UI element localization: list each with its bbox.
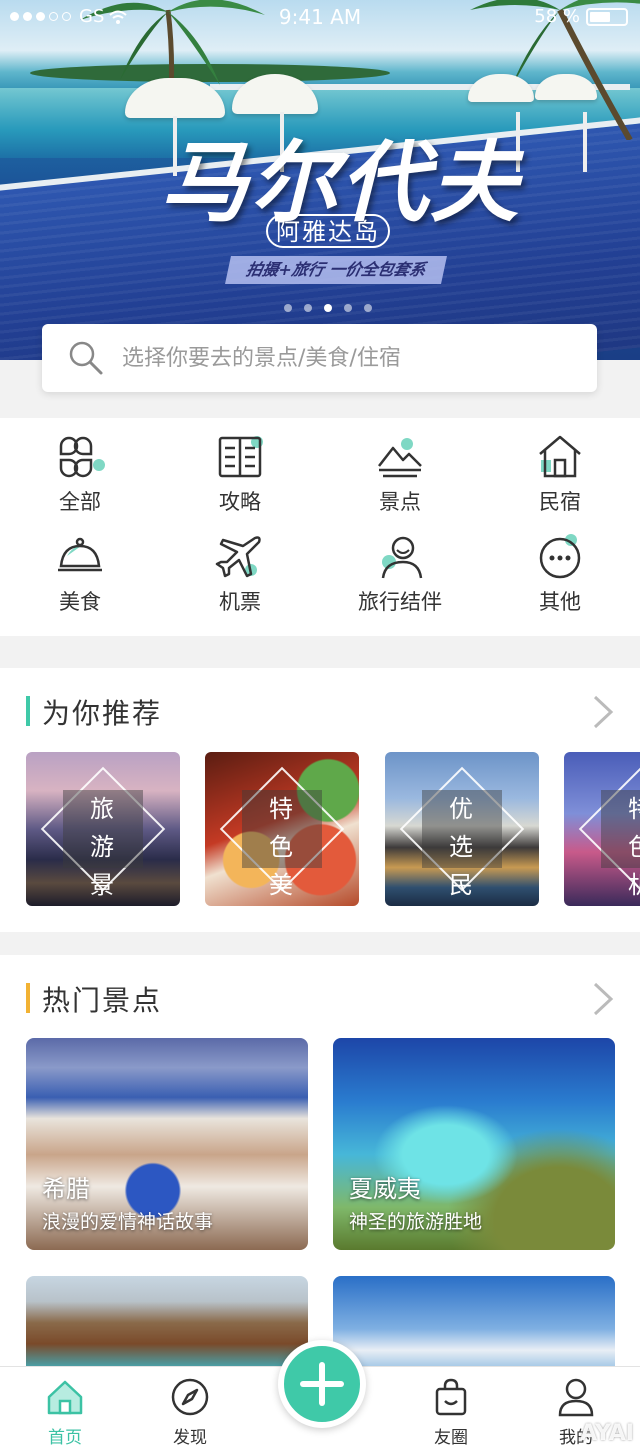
hot-card-desc: 浪漫的爱情神话故事 (42, 1211, 214, 1233)
tab-discover[interactable]: 发现 (145, 1377, 235, 1448)
recommend-card-food[interactable]: 特色 美食 (205, 752, 359, 906)
category-flight[interactable]: 机票 (160, 532, 320, 632)
more-dots-icon (539, 534, 581, 579)
tab-label: 首页 (48, 1428, 82, 1448)
hot-card-desc: 神圣的旅游胜地 (349, 1211, 483, 1233)
category-label: 旅行结伴 (358, 590, 442, 614)
airplane-icon (215, 536, 261, 578)
status-bar: GS 9:41 AM 58 % (0, 0, 640, 34)
category-homestay[interactable]: 民宿 (480, 432, 640, 532)
tab-friends[interactable]: 友圈 (406, 1377, 496, 1448)
recommend-card-flight[interactable]: 特色 机票 (564, 752, 640, 906)
recommend-card-line1: 特色 (613, 790, 640, 866)
search-bar[interactable] (42, 324, 597, 392)
category-label: 攻略 (219, 490, 261, 514)
battery-fill (590, 11, 610, 22)
carousel-dots[interactable] (284, 304, 372, 312)
hero-banner[interactable]: 马尔代夫 阿雅达岛 拍摄+旅行 一价全包套系 (0, 0, 640, 360)
category-other[interactable]: 其他 (480, 532, 640, 632)
hot-card-name: 希腊 (42, 1175, 90, 1203)
recommend-card-line1: 旅游 (90, 795, 128, 861)
hot-header: 热门景点 (0, 955, 640, 1033)
category-label: 美食 (59, 590, 101, 614)
carousel-dot[interactable] (304, 304, 312, 312)
book-icon (218, 436, 263, 478)
user-icon (558, 1378, 594, 1417)
category-guide[interactable]: 攻略 (160, 432, 320, 532)
carousel-dot[interactable] (364, 304, 372, 312)
hero-subtitle: 阿雅达岛 (266, 214, 390, 248)
hot-card-name: 夏威夷 (349, 1175, 421, 1203)
tab-home[interactable]: 首页 (20, 1377, 110, 1448)
recommend-card-line2: 景点 (90, 871, 128, 899)
section-accent-bar (26, 696, 30, 726)
mountain-icon (378, 438, 422, 478)
bag-icon (435, 1378, 467, 1416)
hot-grid: 希腊 浪漫的爱情神话故事 夏威夷 神圣的旅游胜地 (0, 1030, 640, 1370)
battery-icon (586, 7, 628, 26)
section-title: 为你推荐 (42, 697, 163, 730)
recommend-card-line2: 美食 (269, 871, 307, 899)
recommend-card-scenic[interactable]: 旅游 景点 (26, 752, 180, 906)
recommend-card-label: 特色 美食 (242, 790, 322, 899)
recommend-card-line2: 民宿 (449, 871, 487, 899)
section-accent-bar (26, 983, 30, 1013)
chevron-right-icon[interactable] (592, 981, 614, 1017)
recommend-carousel[interactable]: 旅游 景点 特色 美食 优选 民宿 特色 机票 (0, 746, 640, 932)
add-button[interactable] (278, 1340, 366, 1428)
food-cloche-icon (58, 537, 102, 572)
category-companion[interactable]: 旅行结伴 (320, 532, 480, 632)
companion-icon (381, 536, 423, 579)
hot-card-island[interactable] (333, 1276, 615, 1370)
hot-card-resort[interactable] (26, 1276, 308, 1370)
recommend-card-line1: 特色 (269, 795, 307, 861)
hot-card-hawaii[interactable]: 夏威夷 神圣的旅游胜地 (333, 1038, 615, 1250)
recommend-card-label: 优选 民宿 (422, 790, 502, 899)
category-scenic[interactable]: 景点 (320, 432, 480, 532)
category-label: 全部 (59, 490, 101, 514)
category-all[interactable]: 全部 (0, 432, 160, 532)
battery-indicator: 58 % (534, 6, 628, 27)
search-icon (69, 341, 103, 375)
recommend-header: 为你推荐 (0, 668, 640, 746)
carousel-dot[interactable] (284, 304, 292, 312)
app-screen: 马尔代夫 阿雅达岛 拍摄+旅行 一价全包套系 GS 9:41 AM 58 % 选… (0, 0, 640, 1452)
carousel-dot[interactable] (344, 304, 352, 312)
house-icon (539, 435, 581, 478)
section-title: 热门景点 (42, 984, 163, 1017)
recommend-card-line1: 优选 (449, 795, 487, 861)
plus-icon (300, 1362, 344, 1406)
category-label: 景点 (379, 490, 421, 514)
recommend-card-label: 特色 机票 (601, 790, 640, 899)
category-food[interactable]: 美食 (0, 532, 160, 632)
recommend-card-line2: 机票 (613, 866, 640, 906)
hero-tagline: 拍摄+旅行 一价全包套系 (225, 256, 447, 284)
tab-label: 友圈 (434, 1428, 468, 1448)
chevron-right-icon[interactable] (592, 694, 614, 730)
category-grid: 全部 攻略 景点 民宿 美食 机票 旅行结伴 其他 (0, 418, 640, 636)
clover-grid-icon (59, 436, 105, 478)
compass-icon (171, 1378, 209, 1416)
carousel-dot-active[interactable] (324, 304, 332, 312)
tab-label: 发现 (173, 1428, 207, 1448)
hot-card-greece[interactable]: 希腊 浪漫的爱情神话故事 (26, 1038, 308, 1250)
battery-percent: 58 % (534, 6, 580, 27)
category-label: 民宿 (539, 490, 581, 514)
category-label: 其他 (539, 590, 581, 614)
recommend-card-homestay[interactable]: 优选 民宿 (385, 752, 539, 906)
search-input[interactable] (122, 345, 562, 371)
category-label: 机票 (219, 590, 261, 614)
recommend-card-label: 旅游 景点 (63, 790, 143, 899)
watermark: AYAI (580, 1421, 634, 1446)
home-icon (47, 1380, 83, 1415)
